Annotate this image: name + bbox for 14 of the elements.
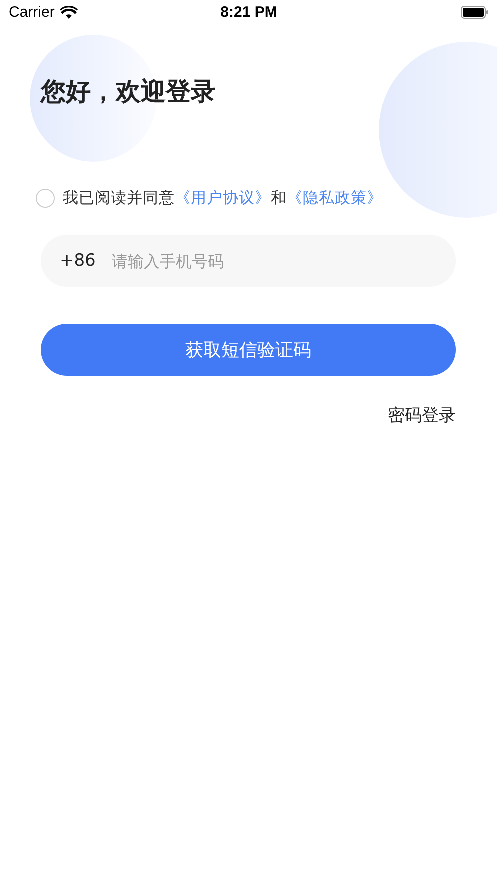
policy-link[interactable]: 《用户协议》 — [175, 189, 271, 207]
agreement-checkbox[interactable] — [36, 189, 55, 208]
carrier-name: Carrier — [9, 4, 55, 21]
get-code-button[interactable]: 获取短信验证码 — [41, 324, 456, 376]
status-time: 8:21 PM — [220, 4, 278, 21]
country-code[interactable]: +86 — [60, 251, 96, 271]
wifi-icon — [60, 6, 78, 19]
battery-icon — [461, 6, 490, 19]
phone-field[interactable]: +86 请输入手机号码 — [41, 235, 456, 287]
page-title: 您好，欢迎登录 — [41, 76, 216, 108]
password-login-link[interactable]: 密码登录 — [388, 404, 456, 427]
phone-input[interactable]: 请输入手机号码 — [110, 250, 437, 272]
agreement-text: 我已阅读并同意《用户协议》和《隐私政策》 — [63, 188, 383, 209]
policy-link[interactable]: 《隐私政策》 — [287, 189, 383, 207]
